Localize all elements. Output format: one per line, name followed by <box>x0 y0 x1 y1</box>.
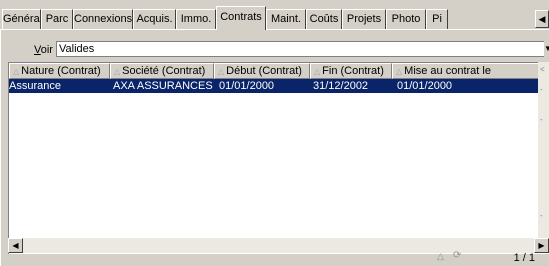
horizontal-scrollbar[interactable]: ◀ ▶ <box>8 238 549 253</box>
tab-connexions[interactable]: Connexions <box>73 9 133 29</box>
sort-icon: △ <box>396 67 403 76</box>
column-header-label: Fin (Contrat) <box>322 65 384 77</box>
view-filter-dropdown-button[interactable]: ▼ <box>544 41 549 57</box>
sort-icon: △ <box>218 67 225 76</box>
tab-contrats[interactable]: Contrats <box>216 6 266 30</box>
tab-parc[interactable]: Parc <box>41 9 73 29</box>
column-header-nature[interactable]: △ Nature (Contrat) <box>9 63 110 79</box>
column-header-label: Mise au contrat le <box>404 65 491 77</box>
table-row[interactable]: Assurance AXA ASSURANCES 01/01/2000 31/1… <box>9 79 539 93</box>
sort-indicator-icon: △ <box>437 251 444 261</box>
cell-nature: Assurance <box>9 80 61 92</box>
tab-scroll-left-button[interactable]: ◀ <box>535 10 549 28</box>
tab-maint[interactable]: Maint. <box>266 9 306 29</box>
chevron-left-icon: ◀ <box>12 241 19 250</box>
column-header-debut[interactable]: △ Début (Contrat) <box>214 63 310 79</box>
tab-strip: Général Parc Connexions Acquis. Immo. Co… <box>0 0 549 30</box>
table-header: △ Nature (Contrat) △ Société (Contrat) △ Dé… <box>9 63 539 79</box>
cell-societe: AXA ASSURANCES <box>113 80 213 92</box>
move-up-icon[interactable]: - <box>540 86 549 94</box>
contracts-table[interactable]: △ Nature (Contrat) △ Société (Contrat) △ Dé… <box>8 62 549 254</box>
scroll-left-button[interactable]: ◀ <box>8 238 23 253</box>
tab-projets[interactable]: Projets <box>342 9 386 29</box>
move-up-icon[interactable]: - <box>540 116 549 124</box>
column-header-label: Société (Contrat) <box>122 65 206 77</box>
sort-up-icon[interactable]: < <box>540 66 549 74</box>
chevron-right-icon: ▶ <box>538 241 545 250</box>
tab-general[interactable]: Général <box>2 9 41 29</box>
scroll-right-button[interactable]: ▶ <box>534 238 549 253</box>
sort-icon: △ <box>13 67 20 76</box>
sort-icon: △ <box>314 67 321 76</box>
move-down-icon[interactable]: - <box>540 212 549 220</box>
column-header-label: Nature (Contrat) <box>21 65 101 77</box>
tab-photo[interactable]: Photo <box>386 9 426 29</box>
cell-mise-au-contrat: 01/01/2000 <box>397 80 453 92</box>
view-filter-mnemonic: V <box>34 44 41 56</box>
tab-acquis[interactable]: Acquis. <box>133 9 176 29</box>
tab-couts[interactable]: Coûts <box>306 9 342 29</box>
column-header-label: Début (Contrat) <box>226 65 302 77</box>
view-filter-select[interactable]: Valides <box>56 41 546 57</box>
chevron-down-icon: ▼ <box>544 44 549 53</box>
cell-fin: 31/12/2002 <box>313 80 369 92</box>
cell-debut: 01/01/2000 <box>219 80 275 92</box>
sort-icon: △ <box>114 67 121 76</box>
refresh-icon[interactable]: ⟳ <box>453 250 461 261</box>
record-count: 1 / 1 <box>513 252 535 264</box>
column-header-societe[interactable]: △ Société (Contrat) <box>110 63 214 79</box>
tab-immo[interactable]: Immo. <box>176 9 216 29</box>
column-header-mise-au-contrat[interactable]: △ Mise au contrat le <box>392 63 539 79</box>
column-header-fin[interactable]: △ Fin (Contrat) <box>310 63 392 79</box>
tab-overflow[interactable]: Pi <box>426 9 448 29</box>
chevron-left-icon: ◀ <box>538 14 546 24</box>
